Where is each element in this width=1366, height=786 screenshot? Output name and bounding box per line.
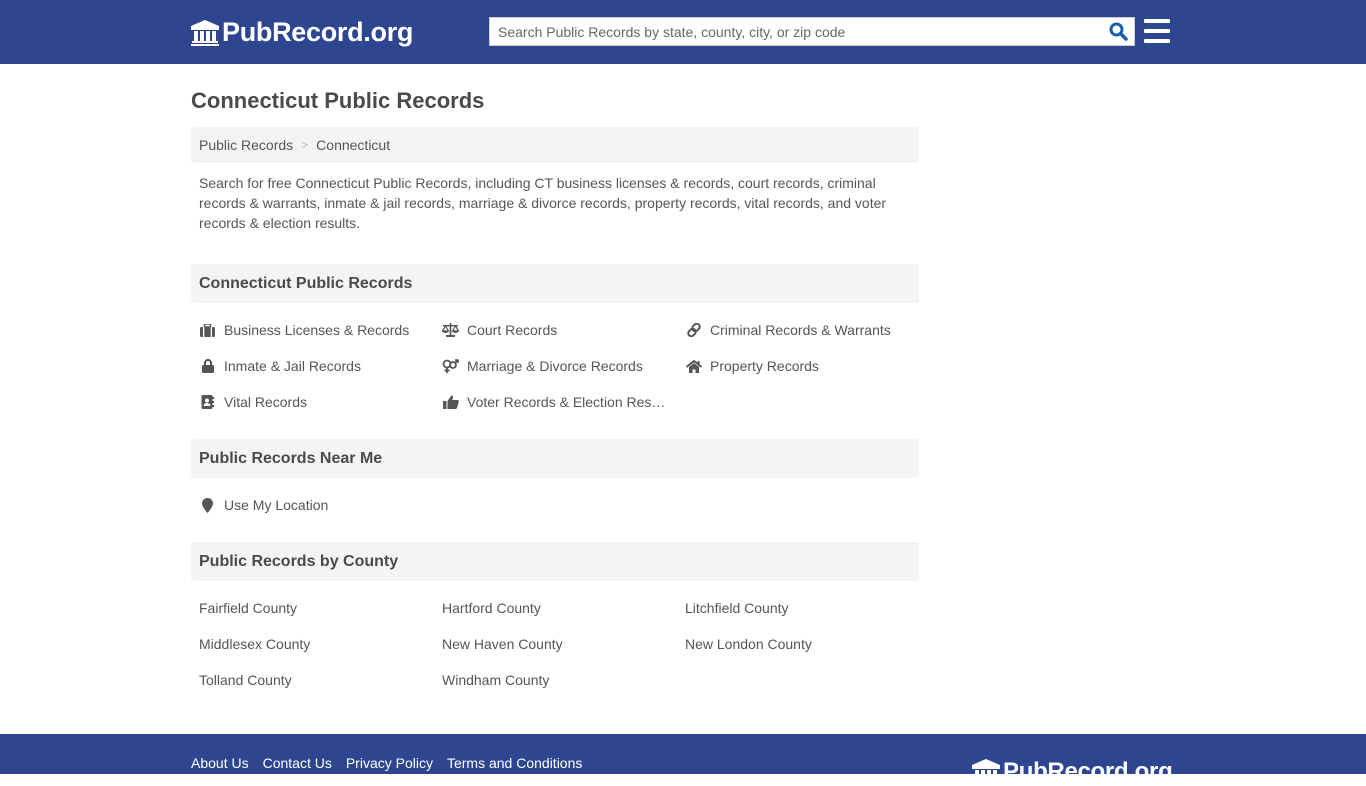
location-label: Use My Location bbox=[224, 497, 329, 513]
breadcrumb-public-records[interactable]: Public Records bbox=[199, 137, 293, 153]
gender-icon bbox=[442, 359, 459, 373]
record-label: Business Licenses & Records bbox=[224, 322, 410, 338]
address-book-icon bbox=[199, 395, 216, 409]
footer-logo[interactable]: PubRecord.org bbox=[972, 758, 1173, 786]
record-link-business[interactable]: Business Licenses & Records bbox=[199, 312, 442, 348]
county-section-title: Public Records by County bbox=[191, 542, 919, 581]
courthouse-icon bbox=[191, 19, 219, 46]
record-label: Marriage & Divorce Records bbox=[467, 358, 643, 374]
record-link-court[interactable]: Court Records bbox=[442, 312, 685, 348]
breadcrumb-connecticut[interactable]: Connecticut bbox=[316, 137, 390, 153]
record-link-inmate[interactable]: Inmate & Jail Records bbox=[199, 348, 442, 384]
footer-logo-text: PubRecord.org bbox=[1003, 758, 1173, 785]
briefcase-icon bbox=[199, 323, 216, 337]
county-link[interactable]: New Haven County bbox=[442, 626, 685, 662]
record-link-vital[interactable]: Vital Records bbox=[199, 384, 442, 420]
record-label: Property Records bbox=[710, 358, 819, 374]
record-link-marriage[interactable]: Marriage & Divorce Records bbox=[442, 348, 685, 384]
breadcrumb-separator: > bbox=[301, 138, 309, 152]
records-section-title: Connecticut Public Records bbox=[191, 264, 919, 303]
logo-text: PubRecord.org bbox=[222, 17, 414, 47]
footer-link-privacy[interactable]: Privacy Policy bbox=[346, 755, 433, 771]
courthouse-icon bbox=[972, 759, 1000, 780]
site-footer: About Us Contact Us Privacy Policy Terms… bbox=[0, 734, 1366, 785]
search-input[interactable] bbox=[490, 18, 1102, 45]
site-logo[interactable]: PubRecord.org bbox=[191, 17, 413, 48]
page-title: Connecticut Public Records bbox=[191, 88, 485, 113]
breadcrumb: Public Records > Connecticut bbox=[191, 127, 919, 163]
county-link[interactable]: Windham County bbox=[442, 662, 685, 698]
county-link[interactable]: Fairfield County bbox=[199, 590, 442, 626]
intro-text: Search for free Connecticut Public Recor… bbox=[199, 175, 887, 231]
link-icon bbox=[685, 323, 702, 337]
use-my-location-link[interactable]: Use My Location bbox=[199, 487, 442, 523]
menu-bar bbox=[1144, 19, 1170, 23]
footer-link-about[interactable]: About Us bbox=[191, 755, 249, 771]
record-label: Voter Records & Election Results bbox=[467, 394, 667, 410]
lock-icon bbox=[199, 359, 216, 373]
map-marker-icon bbox=[199, 497, 216, 513]
county-link[interactable]: New London County bbox=[685, 626, 927, 662]
search-icon bbox=[1109, 22, 1128, 41]
home-icon bbox=[685, 359, 702, 373]
near-section-title: Public Records Near Me bbox=[191, 439, 919, 478]
record-link-voter[interactable]: Voter Records & Election Results bbox=[442, 384, 685, 420]
footer-links: About Us Contact Us Privacy Policy Terms… bbox=[191, 755, 596, 771]
county-link[interactable]: Tolland County bbox=[199, 662, 442, 698]
county-link[interactable]: Middlesex County bbox=[199, 626, 442, 662]
record-link-property[interactable]: Property Records bbox=[685, 348, 927, 384]
menu-bar bbox=[1144, 39, 1170, 43]
record-label: Inmate & Jail Records bbox=[224, 358, 361, 374]
footer-link-terms[interactable]: Terms and Conditions bbox=[447, 755, 582, 771]
main-content: Connecticut Public Records Public Record… bbox=[191, 64, 1175, 698]
county-link[interactable]: Hartford County bbox=[442, 590, 685, 626]
search-button[interactable] bbox=[1102, 18, 1134, 45]
menu-bar bbox=[1144, 29, 1170, 33]
near-list: Use My Location bbox=[191, 478, 919, 523]
search-box bbox=[489, 17, 1135, 46]
county-link[interactable]: Litchfield County bbox=[685, 590, 927, 626]
record-label: Criminal Records & Warrants bbox=[710, 322, 891, 338]
site-header: PubRecord.org bbox=[0, 0, 1366, 64]
records-list: Business Licenses & Records Court Record… bbox=[191, 303, 919, 420]
record-label: Court Records bbox=[467, 322, 558, 338]
scale-icon bbox=[442, 323, 459, 337]
record-link-criminal[interactable]: Criminal Records & Warrants bbox=[685, 312, 927, 348]
footer-link-contact[interactable]: Contact Us bbox=[263, 755, 332, 771]
county-list: Fairfield County Hartford County Litchfi… bbox=[191, 581, 919, 698]
thumbs-up-icon bbox=[442, 395, 459, 409]
hamburger-menu-button[interactable] bbox=[1144, 19, 1170, 43]
record-label: Vital Records bbox=[224, 394, 308, 410]
